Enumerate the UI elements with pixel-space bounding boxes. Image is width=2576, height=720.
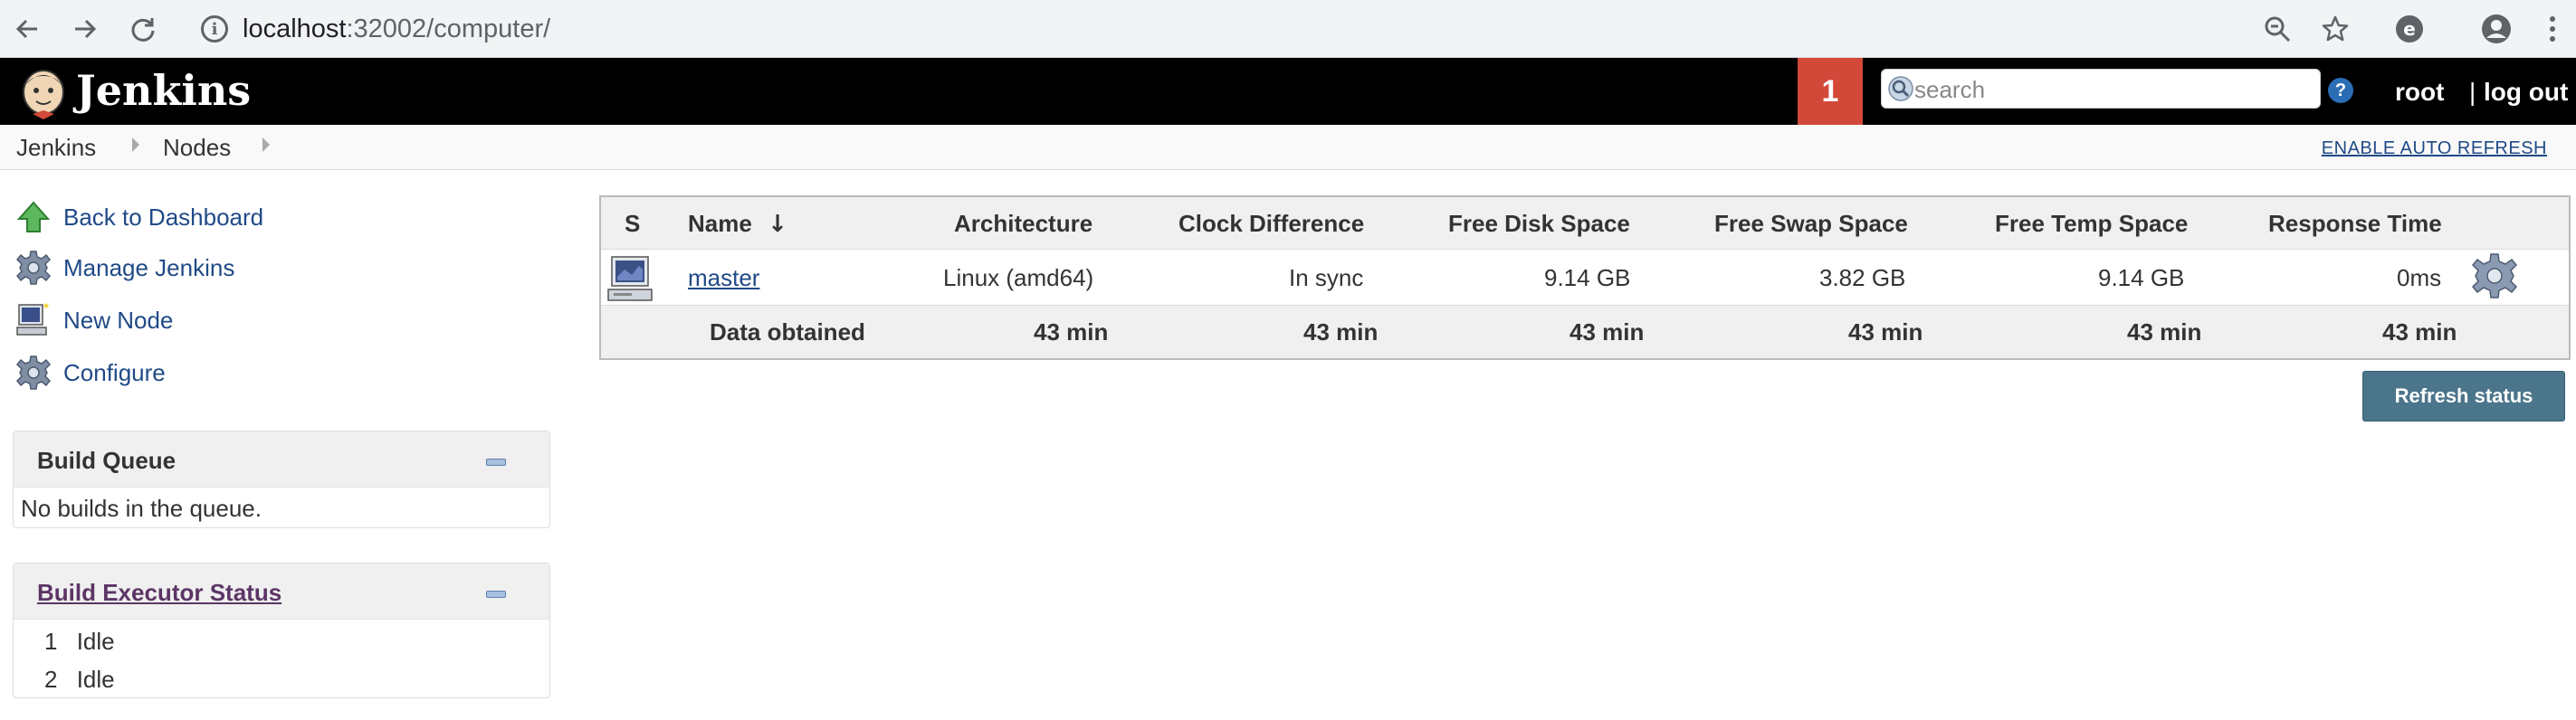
computers-table: S Name ↓ Architecture Clock Difference F…: [599, 195, 2571, 360]
breadcrumb-jenkins[interactable]: Jenkins: [16, 133, 96, 162]
computer-icon: [606, 253, 657, 310]
executor-row: 1 Idle: [44, 627, 115, 656]
data-obtained-label: Data obtained: [710, 318, 865, 346]
col-header-temp[interactable]: Free Temp Space: [1995, 209, 2188, 238]
footer-architecture: 43 min: [1034, 318, 1109, 346]
search-input[interactable]: [1914, 73, 2313, 106]
build-queue-pane: Build Queue No builds in the queue.: [13, 431, 550, 528]
browser-toolbar: i localhost:32002/computer/ e: [0, 0, 2576, 58]
col-header-name[interactable]: Name ↓: [688, 209, 787, 239]
col-header-swap[interactable]: Free Swap Space: [1714, 209, 1908, 238]
footer-disk: 43 min: [1569, 318, 1645, 346]
node-link-master[interactable]: master: [688, 263, 759, 292]
collapse-icon[interactable]: [486, 459, 506, 466]
task-label[interactable]: Manage Jenkins: [63, 254, 234, 282]
build-queue-title: Build Queue: [37, 447, 177, 474]
swap-value: 3.82 GB: [1819, 264, 1906, 291]
computer-icon: [14, 301, 52, 339]
reload-icon[interactable]: [121, 7, 165, 51]
task-label[interactable]: Configure: [63, 359, 166, 387]
enable-auto-refresh-link[interactable]: ENABLE AUTO REFRESH: [2322, 137, 2547, 159]
task-label[interactable]: New Node: [63, 307, 173, 335]
table-footer-row: Data obtained 43 min 43 min 43 min 43 mi…: [601, 306, 2569, 358]
search-box[interactable]: [1881, 69, 2321, 109]
breadcrumb: Jenkins Nodes ENABLE AUTO REFRESH: [0, 125, 2576, 170]
col-header-architecture[interactable]: Architecture: [954, 209, 1092, 238]
search-icon: [1888, 76, 1913, 101]
profile-icon[interactable]: [2475, 7, 2518, 51]
info-icon[interactable]: i: [201, 15, 228, 43]
temp-value: 9.14 GB: [2098, 264, 2185, 291]
up-arrow-icon: [14, 198, 52, 236]
extension-icon[interactable]: e: [2388, 7, 2431, 51]
jenkins-title[interactable]: Jenkins: [76, 63, 251, 118]
jenkins-logo-icon[interactable]: [16, 65, 71, 121]
help-icon[interactable]: ?: [2328, 78, 2353, 103]
svg-text:e: e: [2403, 18, 2416, 40]
col-header-status[interactable]: S: [625, 209, 640, 238]
executor-number: 2: [44, 666, 58, 693]
breadcrumb-nodes[interactable]: Nodes: [163, 133, 231, 162]
table-header-row: S Name ↓ Architecture Clock Difference F…: [601, 197, 2569, 250]
zoom-icon[interactable]: [2256, 7, 2299, 51]
menu-icon[interactable]: [2531, 7, 2574, 51]
executor-row: 2 Idle: [44, 665, 115, 694]
executor-status-pane: Build Executor Status 1 Idle 2 Idle: [13, 563, 550, 698]
gear-icon: [14, 249, 52, 287]
executor-status: Idle: [76, 628, 115, 655]
disk-value: 9.14 GB: [1544, 264, 1631, 291]
col-header-clock[interactable]: Clock Difference: [1178, 209, 1364, 238]
build-queue-header: Build Queue: [14, 431, 549, 488]
executor-status: Idle: [76, 666, 115, 693]
executor-status-title[interactable]: Build Executor Status: [37, 578, 281, 607]
footer-clock: 43 min: [1303, 318, 1379, 346]
header-separator: |: [2469, 78, 2476, 106]
url-text[interactable]: localhost:32002/computer/: [243, 11, 550, 47]
sort-arrow-icon[interactable]: ↓: [768, 211, 787, 238]
build-queue-message: No builds in the queue.: [21, 495, 262, 522]
executor-status-header: Build Executor Status: [14, 564, 549, 620]
star-icon[interactable]: [2314, 7, 2357, 51]
response-value: 0ms: [2397, 264, 2442, 291]
col-header-name-label[interactable]: Name: [688, 210, 752, 237]
gear-icon: [14, 354, 52, 392]
breadcrumb-arrow-icon[interactable]: [132, 137, 139, 152]
notification-badge[interactable]: 1: [1798, 58, 1863, 125]
footer-temp: 43 min: [2127, 318, 2202, 346]
footer-swap: 43 min: [1848, 318, 1923, 346]
footer-response: 43 min: [2382, 318, 2457, 346]
configure-gear-icon[interactable]: [2467, 251, 2522, 310]
forward-arrow-icon[interactable]: [63, 7, 107, 51]
refresh-status-button[interactable]: Refresh status: [2362, 371, 2565, 422]
back-arrow-icon[interactable]: [5, 7, 49, 51]
user-link[interactable]: root: [2395, 76, 2444, 109]
task-back-to-dashboard[interactable]: Back to Dashboard: [14, 195, 263, 239]
clock-value: In sync: [1289, 264, 1364, 291]
jenkins-header: Jenkins 1 ? root | log out: [0, 58, 2576, 125]
task-manage-jenkins[interactable]: Manage Jenkins: [14, 246, 234, 289]
logout-link[interactable]: log out: [2484, 76, 2568, 109]
breadcrumb-arrow-icon[interactable]: [262, 137, 270, 152]
task-configure[interactable]: Configure: [14, 351, 166, 394]
table-row: master Linux (amd64) In sync 9.14 GB 3.8…: [601, 250, 2569, 306]
task-label[interactable]: Back to Dashboard: [63, 204, 263, 232]
col-header-response[interactable]: Response Time: [2268, 209, 2442, 238]
col-header-disk[interactable]: Free Disk Space: [1448, 209, 1630, 238]
architecture-value: Linux (amd64): [943, 264, 1094, 291]
collapse-icon[interactable]: [486, 591, 506, 598]
executor-number: 1: [44, 628, 58, 655]
task-new-node[interactable]: New Node: [14, 298, 173, 342]
